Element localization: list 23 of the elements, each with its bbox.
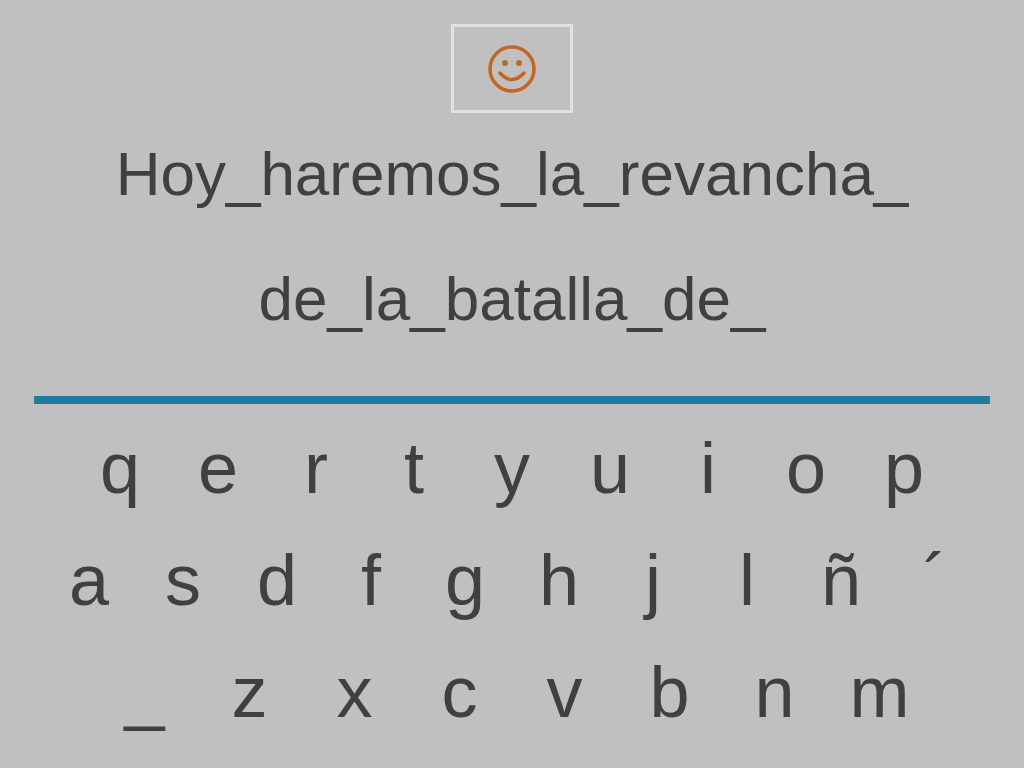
key-button[interactable]: ñ — [794, 544, 888, 616]
key-button[interactable]: u — [561, 432, 659, 504]
key-button[interactable]: f — [324, 544, 418, 616]
key-button[interactable]: b — [617, 656, 722, 728]
sentence-line: de_la_batalla_de_ — [258, 268, 766, 330]
key-button[interactable]: c — [407, 656, 512, 728]
key-button[interactable]: t — [365, 432, 463, 504]
smiley-icon — [487, 43, 537, 94]
key-button[interactable]: v — [512, 656, 617, 728]
key-button[interactable]: d — [230, 544, 324, 616]
key-button[interactable]: o — [757, 432, 855, 504]
key-button[interactable]: m — [827, 656, 932, 728]
key-button[interactable]: ´ — [888, 544, 982, 616]
key-button[interactable]: r — [267, 432, 365, 504]
key-button[interactable]: e — [169, 432, 267, 504]
key-button[interactable]: i — [659, 432, 757, 504]
key-button[interactable]: n — [722, 656, 827, 728]
key-button[interactable]: l — [700, 544, 794, 616]
key-button[interactable]: s — [136, 544, 230, 616]
key-button[interactable]: z — [197, 656, 302, 728]
key-button[interactable]: h — [512, 544, 606, 616]
key-button[interactable]: x — [302, 656, 407, 728]
key-button[interactable]: a — [42, 544, 136, 616]
